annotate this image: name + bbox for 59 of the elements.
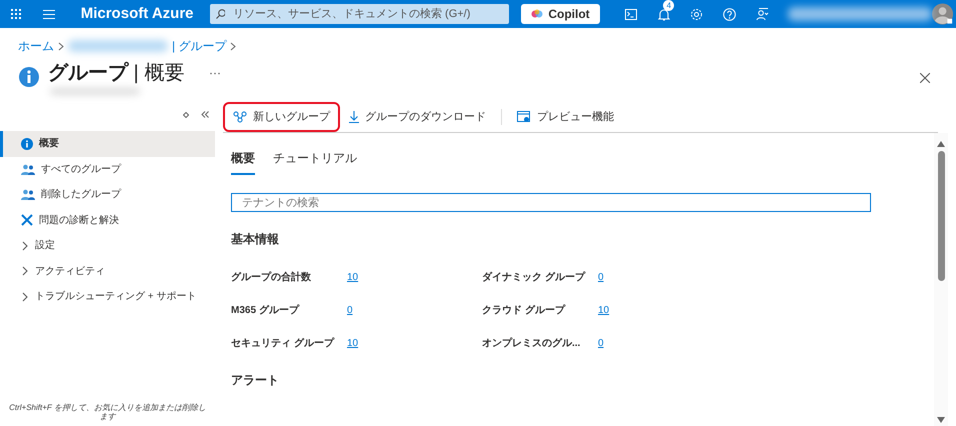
notification-count: 4: [663, 0, 674, 11]
scroll-down-icon[interactable]: [937, 417, 945, 423]
breadcrumb-link[interactable]: ホーム: [18, 37, 54, 55]
section-heading: アラート: [231, 372, 280, 389]
sidebar-item[interactable]: 概要: [0, 131, 215, 156]
scroll-up-icon[interactable]: [937, 141, 945, 147]
preview-window-icon: [517, 111, 531, 123]
sidebar-item[interactable]: アクティビティ: [0, 258, 215, 284]
people-network-icon: [233, 111, 247, 123]
chevron-right-icon[interactable]: [21, 292, 29, 302]
bell-icon: [658, 8, 670, 20]
toolbar-button[interactable]: 新しいグループ: [223, 102, 340, 132]
collapse-icon[interactable]: [201, 111, 209, 118]
sidebar-item[interactable]: 問題の診断と解決: [0, 208, 215, 233]
download-icon: [349, 111, 359, 123]
stat-label: グループの合計数: [231, 270, 312, 285]
search-field[interactable]: リソース、サービス、ドキュメントの検索 (G+/): [210, 4, 510, 24]
toolbar-button[interactable]: プレビュー機能: [508, 102, 623, 132]
copilot-logo: [531, 8, 544, 20]
stat-label: ダイナミック グループ: [482, 270, 586, 285]
chevron-right-icon[interactable]: [21, 240, 29, 251]
info-icon: [21, 138, 33, 150]
avatar-icon[interactable]: [932, 3, 953, 25]
close-icon[interactable]: [920, 73, 930, 83]
copilot-button[interactable]: Copilot: [521, 4, 600, 24]
sidebar-item[interactable]: すべてのグループ: [0, 156, 215, 182]
toolbar-button[interactable]: グループのダウンロード: [340, 102, 495, 132]
tab[interactable]: チュートリアル: [273, 149, 357, 175]
breadcrumb-link[interactable]: | グループ: [172, 37, 226, 55]
chevron-right-icon[interactable]: [21, 266, 29, 276]
stat-value[interactable]: 0: [347, 303, 353, 318]
search-icon: [216, 9, 225, 19]
diamond-icon[interactable]: [183, 112, 189, 118]
chevron-right-icon: [58, 42, 64, 50]
sidebar-item[interactable]: トラブルシューティング + サポート: [0, 284, 215, 310]
chevron-right-icon: [230, 42, 236, 50]
stat-value[interactable]: 0: [598, 336, 604, 351]
stat-value[interactable]: 10: [347, 270, 358, 285]
favorites-hint: Ctrl+Shift+F を押して、お気に入りを追加または削除します: [8, 402, 207, 424]
stat-label: クラウド グループ: [482, 303, 566, 318]
section-heading: 基本情報: [231, 231, 280, 248]
notifications-button[interactable]: 4: [650, 0, 678, 28]
stat-value[interactable]: 10: [347, 336, 358, 351]
stat-label: M365 グループ: [231, 303, 300, 318]
more-icon[interactable]: [210, 72, 220, 74]
stat-value[interactable]: 0: [598, 270, 604, 285]
stat-label: セキュリティ グループ: [231, 336, 336, 351]
sidebar-item[interactable]: 削除したグループ: [0, 182, 215, 208]
sidebar-item[interactable]: 設定: [0, 233, 215, 258]
search-field[interactable]: テナントの検索: [231, 193, 871, 212]
stat-label: オンプレミスのグル...: [482, 336, 582, 351]
tab[interactable]: 概要: [231, 149, 255, 175]
info-icon: [18, 66, 40, 88]
scrollbar-thumb[interactable]: [938, 151, 944, 281]
stat-value[interactable]: 10: [598, 303, 610, 318]
page-title: グループ | 概要: [48, 61, 184, 85]
users-icon: [21, 164, 35, 175]
brand-title[interactable]: Microsoft Azure: [80, 2, 194, 26]
users-icon: [21, 189, 35, 200]
